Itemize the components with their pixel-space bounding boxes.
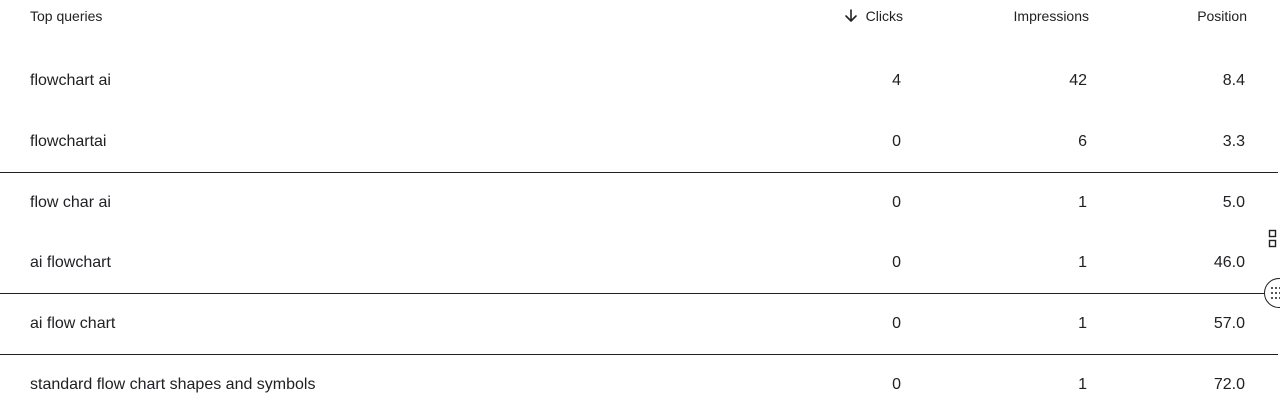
row-impressions: 1 (1078, 376, 1087, 393)
table-row[interactable]: standard flow chart shapes and symbols 0… (0, 354, 1278, 413)
header-top-queries[interactable]: Top queries (30, 8, 102, 24)
row-query: ai flow chart (30, 315, 116, 332)
row-impressions: 42 (1069, 72, 1087, 89)
row-impressions: 1 (1078, 194, 1087, 211)
row-clicks: 0 (892, 376, 901, 393)
row-position: 5.0 (1222, 194, 1245, 211)
header-clicks-label: Clicks (865, 8, 903, 24)
row-clicks: 0 (892, 194, 901, 211)
row-position: 3.3 (1222, 133, 1245, 150)
row-position: 46.0 (1213, 254, 1245, 271)
top-queries-table: Top queries Clicks Impressions Position … (0, 0, 1280, 413)
row-clicks: 4 (892, 72, 901, 89)
table-row[interactable]: flowchart ai 4 42 8.4 (0, 51, 1278, 111)
table-row[interactable]: flowchartai 0 6 3.3 (0, 112, 1278, 172)
table-row[interactable]: ai flow chart 0 1 57.0 (0, 293, 1278, 354)
row-clicks: 0 (892, 133, 901, 150)
panel-toggle-icon[interactable] (1268, 229, 1278, 249)
row-clicks: 0 (892, 315, 901, 332)
row-query: standard flow chart shapes and symbols (30, 376, 316, 393)
header-clicks[interactable]: Clicks (844, 8, 903, 24)
row-query: flowchartai (30, 133, 107, 150)
row-impressions: 6 (1078, 133, 1087, 150)
header-position[interactable]: Position (1197, 8, 1247, 24)
row-impressions: 1 (1078, 254, 1087, 271)
row-position: 72.0 (1213, 376, 1245, 393)
row-position: 57.0 (1213, 315, 1245, 332)
table-header: Top queries Clicks Impressions Position (0, 0, 1280, 36)
table-row[interactable]: flow char ai 0 1 5.0 (0, 172, 1278, 233)
row-position: 8.4 (1222, 72, 1245, 89)
row-query: ai flowchart (30, 254, 111, 271)
header-impressions[interactable]: Impressions (1014, 8, 1089, 24)
table-row[interactable]: ai flowchart 0 1 46.0 (0, 233, 1278, 293)
arrow-down-icon (844, 9, 858, 23)
row-query: flowchart ai (30, 72, 111, 89)
row-impressions: 1 (1078, 315, 1087, 332)
row-query: flow char ai (30, 194, 111, 211)
row-clicks: 0 (892, 254, 901, 271)
